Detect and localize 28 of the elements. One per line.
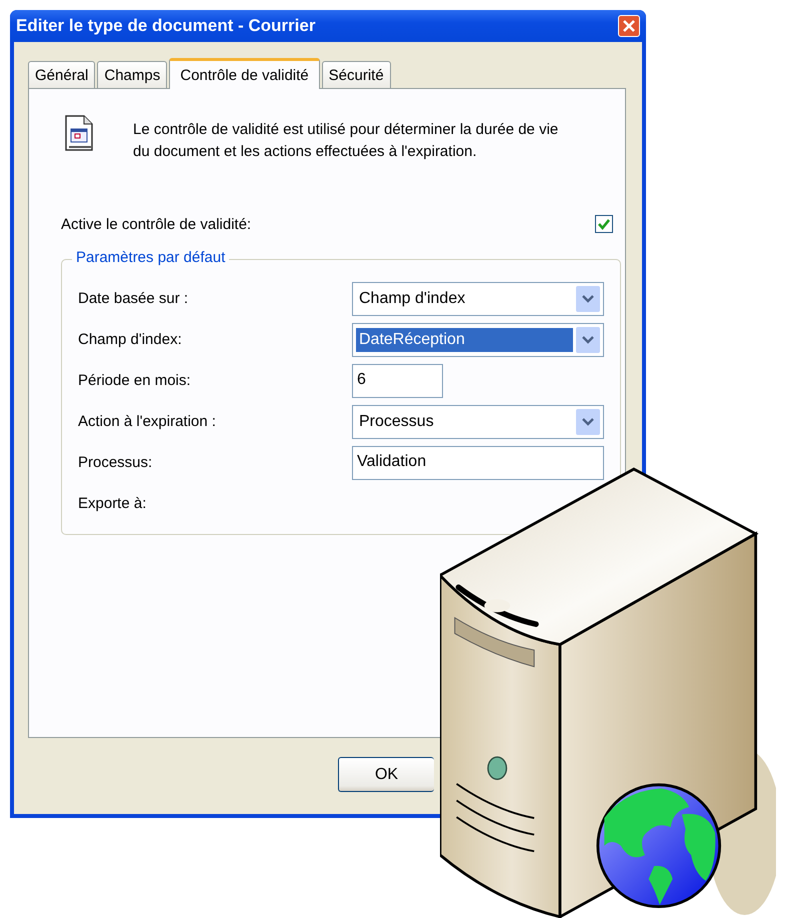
group-title: Paramètres par défaut [72,249,230,266]
window-title: Editer le type de document - Courrier [16,16,316,36]
dropdown-value: Champ d'index [358,288,466,308]
field-label: Date basée sur : [78,290,190,307]
close-icon[interactable] [622,19,636,33]
checkbox-label: Active le contrôle de validité: [61,216,252,232]
tab[interactable]: Sécurité [322,61,391,88]
field-label: Champ d'index: [78,331,183,348]
ok-button[interactable]: OK [338,757,434,792]
field-label: Action à l'expiration : [78,413,217,430]
field-label: Processus: [78,454,154,471]
tab[interactable]: Général [28,61,96,88]
document-icon [65,115,93,151]
dropdown-value: Processus [358,412,435,432]
dropdown[interactable]: DateRéception [352,322,604,356]
checkbox[interactable] [595,215,613,233]
description-text: Le contrôle de validité est utilisé pour déterminer la durée de vie du document et les actions effectuées à l'expiration. [133,120,560,162]
globe-icon [596,783,722,908]
input-field[interactable]: 6 [352,364,443,398]
tab[interactable]: Contrôle de validité [169,58,320,89]
dropdown[interactable]: Processus [352,404,604,438]
tab[interactable]: Champs [97,61,168,88]
input-field[interactable]: Validation [352,446,604,480]
dropdown-value: DateRéception [356,328,573,352]
dropdown[interactable]: Champ d'index [352,282,604,316]
field-label: Exporte à: [78,495,148,512]
close-button[interactable] [618,15,640,37]
field-label: Période en mois: [78,372,192,389]
